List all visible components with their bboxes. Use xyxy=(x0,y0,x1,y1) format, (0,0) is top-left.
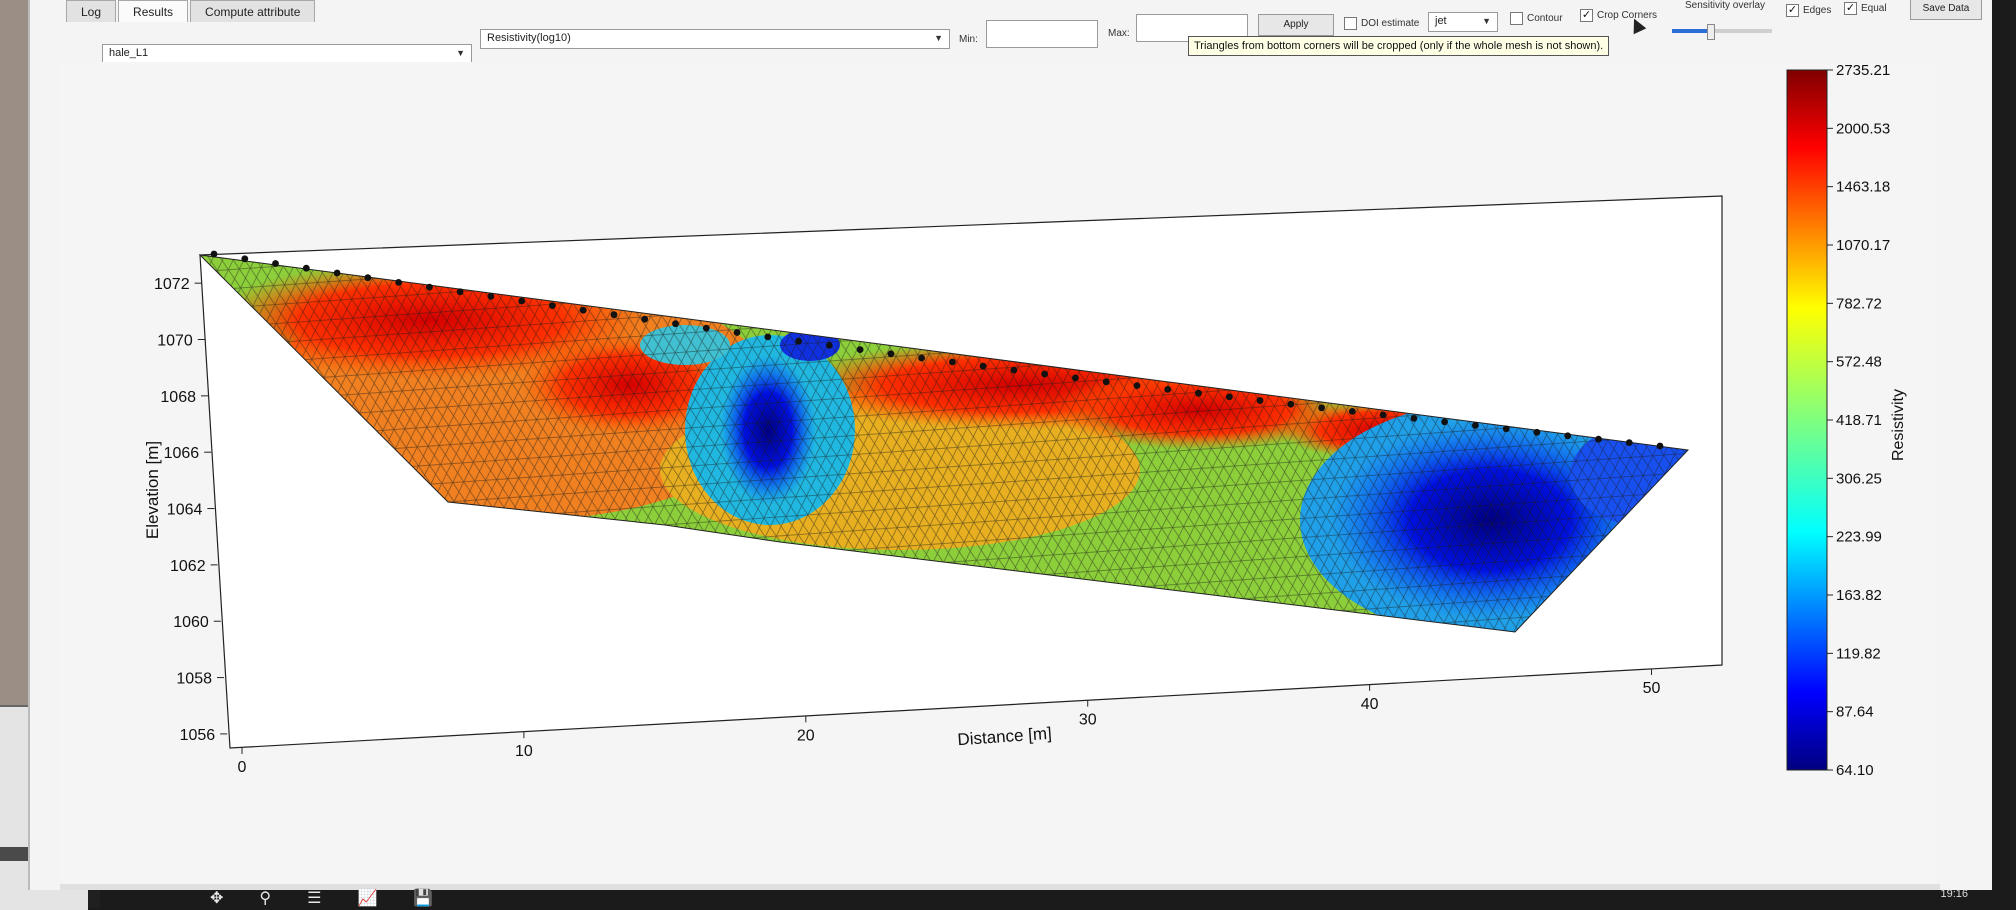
configure-icon[interactable]: ☰ xyxy=(307,888,321,908)
colorbar-tick-label: 1070.17 xyxy=(1836,237,1890,254)
plot-toolbar: ✥ ⚲ ☰ 📈 💾 xyxy=(210,888,433,908)
electrode-marker xyxy=(364,274,372,282)
x-tick-label: 50 xyxy=(1643,680,1661,697)
electrode-marker xyxy=(1625,439,1633,446)
taskbar-clock: 19:16 xyxy=(1940,888,1968,900)
electrode-marker xyxy=(1441,418,1448,426)
x-tick-label: 20 xyxy=(797,727,815,744)
electrode-marker xyxy=(1348,408,1356,415)
colorbar-tick-label: 119.82 xyxy=(1836,645,1881,662)
electrode-marker xyxy=(1133,382,1141,389)
move-icon[interactable]: ✥ xyxy=(210,888,223,908)
electrode-marker xyxy=(1164,386,1172,393)
electrode-marker xyxy=(1502,425,1510,433)
electrode-marker xyxy=(1287,400,1295,408)
x-tick-label: 10 xyxy=(515,743,533,760)
colorbar-tick-label: 306.25 xyxy=(1836,470,1882,487)
electrode-marker xyxy=(733,329,741,336)
electrode-marker xyxy=(1318,404,1325,412)
electrode-marker xyxy=(426,283,433,291)
electrode-marker xyxy=(1656,442,1664,450)
x-tick-label: 0 xyxy=(238,759,247,776)
electrode-marker xyxy=(487,293,495,300)
electrode-marker xyxy=(641,315,649,323)
electrode-marker xyxy=(1225,393,1233,401)
colorbar-tick-label: 418.71 xyxy=(1836,412,1882,429)
colorbar-tick-label: 572.48 xyxy=(1836,354,1882,371)
electrode-marker xyxy=(795,337,802,345)
electrode-marker xyxy=(702,324,710,332)
electrode-marker xyxy=(549,302,556,309)
plot-canvas: 1072 1070 1068 1066 1064 1062 1060 1058 1056 0 10… xyxy=(60,62,1940,890)
electrode-marker xyxy=(579,306,587,314)
electrode-marker xyxy=(1041,370,1049,378)
colorbar-tick-label: 782.72 xyxy=(1836,295,1882,312)
y-tick-label: 1056 xyxy=(180,727,216,744)
x-tick-label: 40 xyxy=(1361,696,1379,713)
y-tick-label: 1070 xyxy=(157,333,193,350)
colorbar-tick-label: 87.64 xyxy=(1836,704,1874,721)
edit-curves-icon[interactable]: 📈 xyxy=(357,888,377,908)
electrode-marker xyxy=(518,297,526,305)
y-tick-label: 1066 xyxy=(164,445,200,462)
y-tick-label: 1060 xyxy=(173,614,209,631)
electrode-marker xyxy=(1410,415,1418,422)
colorbar xyxy=(1786,69,1828,771)
save-icon[interactable]: 💾 xyxy=(413,888,433,908)
electrode-marker xyxy=(272,260,279,267)
colorbar-tick-label: 64.10 xyxy=(1836,762,1874,779)
electrode-marker xyxy=(241,255,249,263)
electrode-marker xyxy=(1256,397,1264,404)
colorbar-tick-label: 2735.21 xyxy=(1836,62,1890,79)
electrode-marker xyxy=(949,358,956,366)
electrode-marker xyxy=(1195,389,1202,397)
electrode-marker xyxy=(610,311,618,319)
electrode-marker xyxy=(979,362,987,370)
electrode-marker xyxy=(918,354,925,362)
electrode-marker xyxy=(825,342,833,349)
electrode-marker xyxy=(1102,378,1110,386)
electrode-marker xyxy=(1010,366,1018,374)
electrode-marker xyxy=(1472,422,1479,429)
colorbar-label: Resistivity xyxy=(1890,389,1907,461)
colorbar-tick-label: 223.99 xyxy=(1836,529,1882,546)
zoom-icon[interactable]: ⚲ xyxy=(259,888,271,908)
electrode-marker xyxy=(1379,411,1387,419)
electrode-marker xyxy=(856,346,864,353)
electrode-marker xyxy=(887,350,895,358)
electrode-marker xyxy=(1533,428,1541,436)
y-tick-label: 1072 xyxy=(154,276,190,293)
electrode-marker xyxy=(1564,432,1572,440)
electrode-marker xyxy=(764,333,772,341)
electrode-marker xyxy=(1595,435,1602,443)
y-tick-label: 1068 xyxy=(160,389,196,406)
colorbar-tick-label: 1463.18 xyxy=(1836,179,1890,196)
electrode-marker xyxy=(672,320,679,328)
y-axis-label: Elevation [m] xyxy=(143,441,162,539)
electrode-marker xyxy=(302,264,310,272)
x-tick-label: 30 xyxy=(1079,712,1097,729)
y-tick-label: 1064 xyxy=(167,502,203,519)
y-tick-label: 1062 xyxy=(170,558,206,575)
electrode-marker xyxy=(456,288,464,296)
y-tick-label: 1058 xyxy=(176,671,212,688)
colorbar-tick-label: 163.82 xyxy=(1836,587,1882,604)
colorbar-tick-label: 2000.53 xyxy=(1836,120,1890,137)
electrode-marker xyxy=(395,279,402,286)
electrode-marker xyxy=(1072,374,1079,382)
electrode-marker xyxy=(333,269,341,277)
electrode-marker xyxy=(210,250,218,258)
